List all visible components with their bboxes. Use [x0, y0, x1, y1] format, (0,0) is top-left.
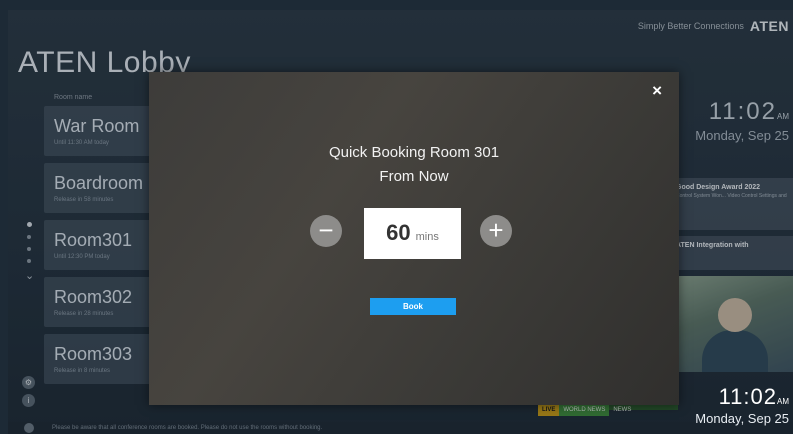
quick-booking-dialog: × Quick Booking Room 301 From Now − 60 m… — [149, 72, 679, 405]
dialog-title: Quick Booking Room 301 — [328, 144, 500, 161]
overlay-clock: 11:02AM Monday, Sep 25 — [695, 384, 789, 426]
duration-unit: mins — [415, 231, 439, 243]
increase-duration-button[interactable]: + — [480, 215, 512, 247]
duration-field[interactable]: 60 mins — [364, 208, 461, 259]
clock-ampm: AM — [777, 397, 789, 406]
decrease-duration-button[interactable]: − — [310, 215, 342, 247]
clock-date: Monday, Sep 25 — [695, 411, 789, 426]
clock-time: 11:02 — [718, 384, 777, 409]
book-button[interactable]: Book — [370, 298, 456, 315]
dialog-subtitle: From Now — [379, 168, 449, 185]
close-icon[interactable]: × — [652, 81, 662, 101]
room-display-screen: Simply Better Connections ATEN ATEN Lobb… — [8, 10, 793, 434]
plus-icon: + — [488, 215, 504, 245]
duration-value: 60 — [386, 220, 411, 245]
minus-icon: − — [318, 215, 334, 245]
